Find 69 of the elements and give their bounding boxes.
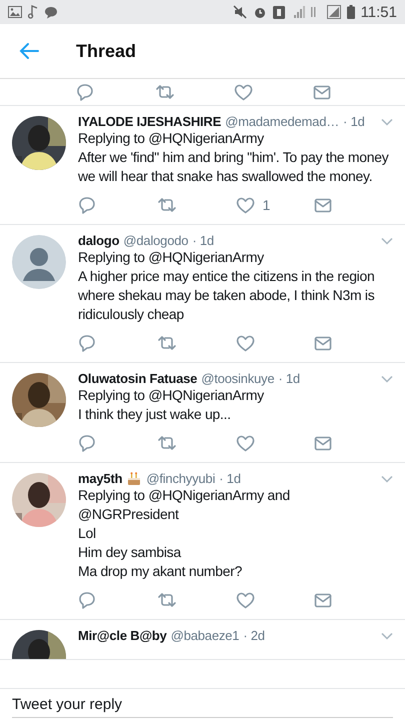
user-handle: @dalogodo [123,233,188,248]
alarm-icon [252,5,267,19]
mail-icon [314,336,332,350]
more-button[interactable] [381,632,393,640]
more-button[interactable] [381,118,393,126]
user-name: may5th [78,471,122,486]
more-button[interactable] [381,374,393,382]
tweet-text: Him dey sambisa [78,543,182,562]
comment-icon [78,434,96,452]
retweet-icon [156,592,177,608]
user-handle: @babaeze1 [170,628,240,643]
comment-icon [78,591,96,609]
heart-icon [236,592,254,608]
tweet-time: · 1d [219,471,241,486]
tweet-text: Lol [78,524,97,543]
chevron-down-icon [381,118,393,126]
user-name: Oluwatosin Fatuase [78,371,198,386]
tweet-time: · 2d [243,628,265,643]
tweet-text: I think they just wake up... [78,405,232,424]
replying-to: Replying to @HQNigerianArmy [78,386,265,405]
user-name: Mir@cle B@by [78,628,167,643]
heart-icon [236,434,254,452]
tweet-time: · 1d [343,114,365,129]
mail-icon [314,436,332,450]
replying-to: Replying to @HQNigerianArmy [78,248,265,267]
battery-icon [346,5,355,19]
retweet-icon [156,335,177,351]
chat-bubble-icon [44,6,58,18]
user-name: dalogo [78,233,120,248]
user-name: IYALODE IJESHASHIRE [78,114,222,129]
sim-icon [272,6,285,18]
chevron-down-icon [381,632,393,640]
retweet-icon [156,197,177,213]
music-note-icon [28,5,38,19]
image-icon [8,6,22,18]
tweet-text: After we 'find" him and bring "him'. To pay the money we will hear that snake has swallowed the money. [78,148,390,186]
mute-icon [232,5,247,19]
retweet-icon [155,84,175,100]
more-button[interactable] [381,474,393,482]
mail-icon [314,198,332,212]
tweet-time: · 1d [192,233,214,248]
tweet-time: · 1d [278,371,300,386]
heart-icon [234,84,253,100]
heart-icon [236,196,254,214]
user-handle: @finchyyubi [146,471,216,486]
user-handle: @madamedemad… [225,114,340,129]
signal-icon [326,5,341,19]
comment-icon [78,334,96,352]
mail-icon [314,592,332,608]
chevron-down-icon [381,474,393,482]
page-title: Thread [76,40,136,62]
like-button[interactable]: 1 [236,196,314,214]
chevron-down-icon [381,236,393,244]
tweet-text: A higher price may entice the citizens in the region where shekau may be taken abode, I think N3m is ridiculously cheap [78,267,376,324]
replying-to: Replying to @HQNigerianArmy [78,129,265,148]
tweet-text: Ma drop my akant number? [78,562,243,581]
heart-icon [236,334,254,352]
chevron-down-icon [381,374,393,382]
comment-icon [76,83,94,101]
retweet-icon [156,435,177,451]
back-button[interactable] [18,40,40,62]
user-handle: @toosinkuye [201,371,274,386]
mail-icon [313,84,331,100]
like-count: 1 [262,197,270,213]
more-button[interactable] [381,236,393,244]
comment-icon [78,196,96,214]
clock-time: 11:51 [360,4,397,20]
avatar-icon [12,235,66,289]
replying-to: Replying to @HQNigerianArmy and @NGRPresident [78,486,291,524]
